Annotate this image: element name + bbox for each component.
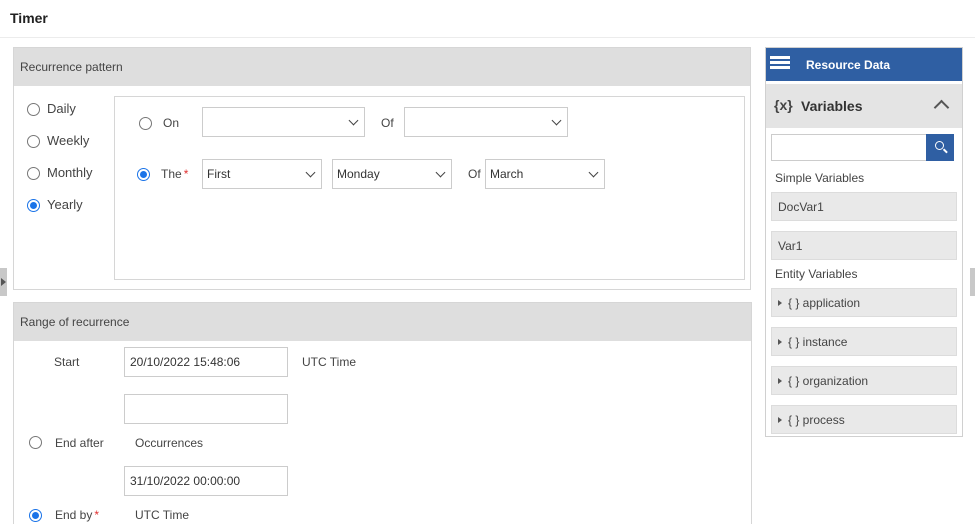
variable-item[interactable]: DocVar1 <box>771 192 957 221</box>
yearly-options-box: On Of The * First Monday Of March <box>114 96 745 280</box>
range-of-recurrence-header: Range of recurrence <box>14 303 751 341</box>
variables-title: Variables <box>801 98 863 114</box>
simple-variables-label: Simple Variables <box>775 171 865 185</box>
chevron-down-icon <box>348 115 359 126</box>
start-datetime-input[interactable]: 20/10/2022 15:48:06 <box>124 347 288 377</box>
end-by-radio[interactable] <box>29 509 42 522</box>
menu-icon[interactable] <box>770 56 790 72</box>
caret-right-icon <box>778 417 782 423</box>
title-divider <box>0 37 975 38</box>
the-radio[interactable] <box>137 168 150 181</box>
yearly-radio[interactable] <box>27 199 40 212</box>
search-icon-handle <box>943 148 948 154</box>
caret-right-icon <box>778 378 782 384</box>
resource-data-title: Resource Data <box>806 58 891 72</box>
daily-radio[interactable] <box>27 103 40 116</box>
caret-right-icon <box>778 300 782 306</box>
variables-icon: {x} <box>774 97 793 113</box>
entity-item-organization[interactable]: { } organization <box>771 366 957 395</box>
recurrence-pattern-header: Recurrence pattern <box>14 48 750 86</box>
weekly-label: Weekly <box>47 133 90 148</box>
end-by-label: End by * <box>55 508 100 522</box>
variable-item[interactable]: Var1 <box>771 231 957 260</box>
chevron-down-icon <box>435 167 446 178</box>
variables-search-input[interactable] <box>771 134 927 161</box>
on-radio[interactable] <box>139 117 152 130</box>
entity-item-process[interactable]: { } process <box>771 405 957 434</box>
chevron-down-icon <box>305 167 316 178</box>
required-mark: * <box>94 508 100 522</box>
daily-label: Daily <box>47 101 76 116</box>
yearly-label: Yearly <box>47 197 83 212</box>
caret-right-icon <box>778 339 782 345</box>
on-day-select[interactable] <box>202 107 365 137</box>
end-by-timezone-label: UTC Time <box>135 508 189 522</box>
end-after-radio[interactable] <box>29 436 42 449</box>
the-label: The * <box>161 167 189 181</box>
the-of-label: Of <box>468 167 481 181</box>
right-collapse-handle[interactable] <box>970 268 975 296</box>
chevron-down-icon <box>551 115 562 126</box>
monthly-label: Monthly <box>47 165 93 180</box>
start-timezone-label: UTC Time <box>302 355 356 369</box>
chevron-down-icon <box>588 167 599 178</box>
end-by-datetime-input[interactable]: 31/10/2022 00:00:00 <box>124 466 288 496</box>
monthly-radio[interactable] <box>27 167 40 180</box>
occurrences-label: Occurrences <box>135 436 204 450</box>
ordinal-select[interactable]: First <box>202 159 322 189</box>
chevron-up-icon[interactable] <box>933 99 950 116</box>
window-title: Timer <box>10 10 48 26</box>
left-collapse-handle[interactable] <box>0 268 7 296</box>
weekly-radio[interactable] <box>27 135 40 148</box>
resource-data-header[interactable]: Resource Data <box>766 48 962 81</box>
variables-section-header[interactable]: {x} Variables <box>766 84 962 128</box>
on-of-label: Of <box>381 116 394 130</box>
weekday-select[interactable]: Monday <box>332 159 452 189</box>
occurrences-input[interactable] <box>124 394 288 424</box>
on-month-select[interactable] <box>404 107 568 137</box>
range-of-recurrence-panel: Range of recurrence Start 20/10/2022 15:… <box>13 302 752 524</box>
on-label: On <box>163 116 180 130</box>
resource-data-panel: Resource Data {x} Variables Simple Varia… <box>765 47 963 437</box>
entity-item-instance[interactable]: { } instance <box>771 327 957 356</box>
month-select[interactable]: March <box>485 159 605 189</box>
required-mark: * <box>183 167 189 181</box>
recurrence-pattern-panel: Recurrence pattern Daily Weekly Monthly … <box>13 47 751 290</box>
end-after-label: End after <box>55 436 104 450</box>
entity-variables-label: Entity Variables <box>775 267 858 281</box>
search-button[interactable] <box>926 134 954 161</box>
start-label: Start <box>54 355 80 369</box>
entity-item-application[interactable]: { } application <box>771 288 957 317</box>
